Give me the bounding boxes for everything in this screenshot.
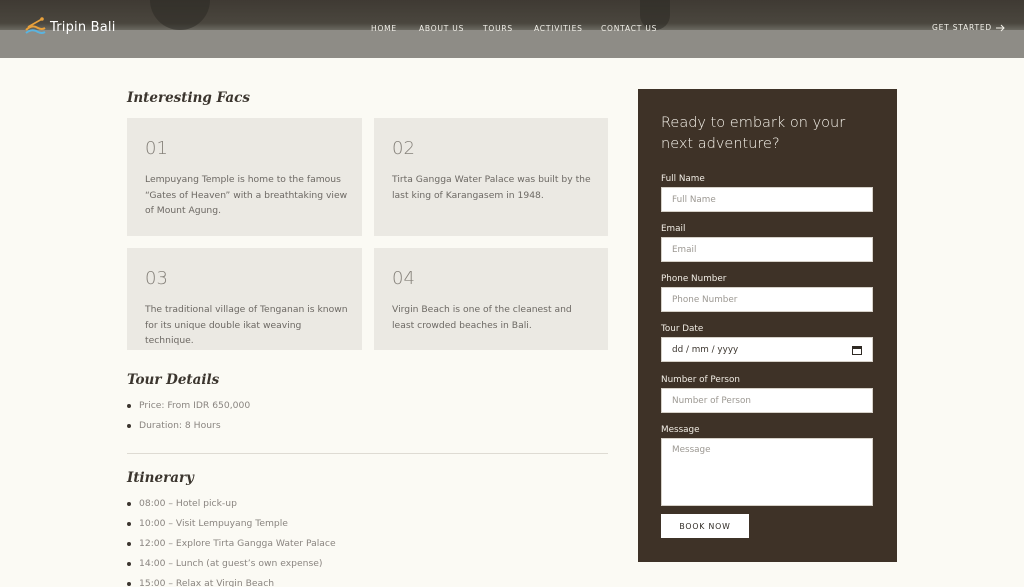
phone-input[interactable]: Phone Number [661,287,873,312]
itinerary-list: 08:00 – Hotel pick-up 10:00 – Visit Lemp… [127,498,336,587]
fact-text: Lempuyang Temple is home to the famous “… [145,174,348,216]
fact-text: Tirta Gangga Water Palace was built by t… [392,174,591,201]
persons-label: Number of Person [661,375,740,385]
fact-number: 04 [392,268,415,289]
list-item: 12:00 – Explore Tirta Gangga Water Palac… [127,538,336,558]
fact-card: 04 Virgin Beach is one of the cleanest a… [374,248,608,350]
nav-about-us[interactable]: ABOUT US [419,24,464,33]
nav-tours[interactable]: TOURS [483,24,513,33]
persons-input[interactable]: Number of Person [661,388,873,413]
site-header: Tripin Bali HOME ABOUT US TOURS ACTIVITI… [0,0,1024,58]
email-input[interactable]: Email [661,237,873,262]
list-item: Price: From IDR 650,000 [127,400,250,420]
get-started-label: GET STARTED [932,23,992,32]
tour-date-input[interactable]: dd / mm / yyyy [661,337,873,362]
fact-number: 01 [145,138,168,159]
arrow-right-icon [996,24,1005,31]
tour-details-list: Price: From IDR 650,000 Duration: 8 Hour… [127,400,250,440]
list-item: Duration: 8 Hours [127,420,250,440]
itinerary-title: Itinerary [127,470,194,486]
message-label: Message [661,425,700,435]
tour-date-label: Tour Date [661,324,704,334]
phone-label: Phone Number [661,274,727,284]
nav-home[interactable]: HOME [371,24,397,33]
list-item: 14:00 – Lunch (at guest’s own expense) [127,558,336,578]
form-title: Ready to embark on your next adventure? [661,115,846,152]
header-image-band [0,30,1024,58]
fact-card: 01 Lempuyang Temple is home to the famou… [127,118,362,236]
list-item: 08:00 – Hotel pick-up [127,498,336,518]
full-name-input[interactable]: Full Name [661,187,873,212]
list-item: 15:00 – Relax at Virgin Beach [127,578,336,587]
fact-number: 03 [145,268,168,289]
booking-form: Ready to embark on your next adventure? … [638,89,897,562]
tour-date-value: dd / mm / yyyy [672,344,739,355]
email-label: Email [661,224,686,234]
fact-card: 03 The traditional village of Tenganan i… [127,248,362,350]
facts-title: Interesting Facs [127,90,250,106]
fact-card: 02 Tirta Gangga Water Palace was built b… [374,118,608,236]
nav-activities[interactable]: ACTIVITIES [534,24,583,33]
get-started-button[interactable]: GET STARTED [932,23,1006,32]
tour-details-title: Tour Details [127,372,220,388]
fact-text: Virgin Beach is one of the cleanest and … [392,304,572,331]
message-textarea[interactable]: Message [661,438,873,506]
list-item: 10:00 – Visit Lempuyang Temple [127,518,336,538]
full-name-label: Full Name [661,174,705,184]
nav-contact-us[interactable]: CONTACT US [601,24,657,33]
fact-text: The traditional village of Tenganan is k… [145,304,348,346]
book-now-button[interactable]: BOOK NOW [661,514,749,538]
divider [127,453,608,454]
main-nav: HOME ABOUT US TOURS ACTIVITIES CONTACT U… [0,24,1024,34]
calendar-icon[interactable] [852,345,862,355]
fact-number: 02 [392,138,415,159]
